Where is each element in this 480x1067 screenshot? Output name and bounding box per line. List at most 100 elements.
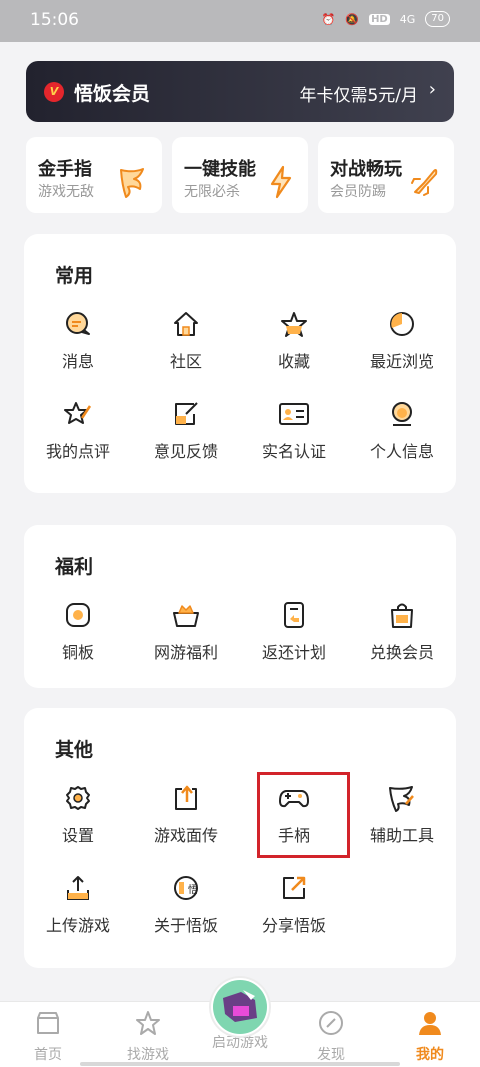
feature-subtitle: 游戏无敌 — [38, 184, 94, 200]
nav-home[interactable]: 首页 — [0, 1010, 96, 1064]
nav-label: 发现 — [317, 1047, 345, 1063]
launch-game-button[interactable] — [211, 978, 269, 1036]
message-icon — [66, 312, 90, 335]
menu-item-label: 实名认证 — [261, 442, 326, 461]
feature-golden-finger[interactable]: 金手指 游戏无敌 — [26, 137, 162, 213]
recent-icon — [390, 312, 414, 336]
gear-icon — [66, 786, 90, 810]
hd-icon: HD — [369, 13, 390, 25]
menu-item-label: 铜板 — [61, 643, 94, 662]
menu-item-share-app[interactable]: 分享悟饭 — [240, 874, 348, 936]
user-icon — [419, 1012, 441, 1035]
menu-item-favorite[interactable]: 收藏 — [240, 310, 348, 372]
menu-item-game-share[interactable]: 游戏面传 — [132, 784, 240, 846]
coin-icon — [66, 603, 90, 627]
id-card-icon — [279, 403, 309, 425]
golden-finger-icon — [120, 168, 144, 198]
gift-basket-icon — [173, 605, 199, 627]
menu-item-label: 设置 — [61, 826, 94, 845]
menu-item-label: 网游福利 — [153, 643, 218, 662]
menu-item-label: 上传游戏 — [45, 916, 110, 935]
menu-item-label: 个人信息 — [369, 442, 434, 461]
feature-title: 金手指 — [38, 159, 92, 180]
menu-item-assist-tool[interactable]: 辅助工具 — [348, 784, 456, 846]
menu-item-label: 辅助工具 — [369, 826, 434, 845]
menu-item-recent[interactable]: 最近浏览 — [348, 310, 456, 372]
menu-item-upload-game[interactable]: 上传游戏 — [24, 874, 132, 936]
feature-subtitle: 无限必杀 — [184, 184, 240, 200]
menu-item-personal-info[interactable]: 个人信息 — [348, 400, 456, 462]
profile-icon — [392, 402, 412, 426]
rocket-icon — [411, 169, 438, 196]
status-icons: ⏰ 🔕 HD 4G 70 — [322, 11, 450, 27]
vip-promo: 年卡仅需5元/月 — [299, 86, 418, 106]
share-game-icon — [175, 785, 197, 810]
vip-title: 悟饭会员 — [74, 83, 151, 105]
menu-item-review[interactable]: 我的点评 — [24, 400, 132, 462]
menu-item-label: 返还计划 — [261, 643, 326, 662]
menu-item-label: 关于悟饭 — [153, 916, 218, 935]
status-bar: 15:06 ⏰ 🔕 HD 4G 70 — [0, 0, 480, 42]
menu-item-message[interactable]: 消息 — [24, 310, 132, 372]
section-title: 常用 — [55, 265, 94, 287]
section-title: 福利 — [55, 556, 94, 578]
nav-label: 我的 — [416, 1047, 444, 1063]
nav-mine[interactable]: 我的 — [382, 1010, 478, 1064]
menu-item-about[interactable]: 悟 关于悟饭 — [132, 874, 240, 936]
vip-badge-icon: V — [44, 82, 64, 102]
menu-item-label: 游戏面传 — [153, 826, 218, 845]
menu-item-coin[interactable]: 铜板 — [24, 601, 132, 663]
feature-title: 一键技能 — [184, 159, 256, 180]
about-icon: 悟 — [174, 876, 198, 900]
compass-icon — [319, 1011, 343, 1035]
upload-icon — [67, 876, 89, 900]
home-icon — [37, 1012, 59, 1034]
feedback-icon — [175, 402, 198, 425]
launch-game-icon — [213, 980, 267, 1034]
menu-item-label: 收藏 — [277, 352, 310, 371]
feature-one-key-skill[interactable]: 一键技能 无限必杀 — [172, 137, 308, 213]
vip-banner[interactable]: V 悟饭会员 年卡仅需5元/月 › — [26, 61, 454, 122]
welfare-section: 福利 铜板 网游福利 返还计划 兑换会员 — [24, 525, 456, 688]
menu-item-return-plan[interactable]: 返还计划 — [240, 601, 348, 663]
nav-label: 首页 — [34, 1047, 62, 1063]
lightning-icon — [270, 165, 292, 199]
menu-item-label: 分享悟饭 — [261, 916, 326, 935]
menu-item-real-name[interactable]: 实名认证 — [240, 400, 348, 462]
menu-item-label: 兑换会员 — [369, 643, 434, 662]
network-indicator: 4G — [399, 12, 416, 26]
menu-item-label: 社区 — [169, 352, 202, 371]
nav-discover[interactable]: 发现 — [283, 1010, 379, 1064]
wing-icon — [389, 786, 414, 812]
feature-title: 对战畅玩 — [330, 159, 402, 180]
share-icon — [283, 876, 306, 899]
menu-item-feedback[interactable]: 意见反馈 — [132, 400, 240, 462]
menu-item-redeem-vip[interactable]: 兑换会员 — [348, 601, 456, 663]
menu-item-label: 消息 — [61, 352, 94, 371]
chevron-right-icon: › — [428, 79, 436, 100]
nav-label: 找游戏 — [127, 1047, 169, 1063]
star-icon — [136, 1011, 160, 1035]
feature-battle-play[interactable]: 对战畅玩 会员防踢 — [318, 137, 454, 213]
community-icon — [174, 312, 198, 336]
menu-item-community[interactable]: 社区 — [132, 310, 240, 372]
common-section: 常用 消息 社区 收藏 最近浏览 我的点评 意见反馈 实名认证 个人信息 — [24, 234, 456, 493]
battery-indicator: 70 — [425, 11, 450, 27]
nav-find-game[interactable]: 找游戏 — [100, 1010, 196, 1064]
home-indicator — [80, 1062, 400, 1066]
alarm-icon: ⏰ — [321, 12, 336, 26]
mute-icon: 🔕 — [345, 12, 360, 26]
review-icon — [64, 402, 92, 424]
other-section: 其他 设置 游戏面传 手柄 辅助工具 上传游戏 悟 关于悟饭 分享悟饭 — [24, 708, 456, 968]
menu-item-online-welfare[interactable]: 网游福利 — [132, 601, 240, 663]
vip-bag-icon — [391, 603, 413, 628]
status-time: 15:06 — [30, 10, 79, 30]
menu-item-label: 我的点评 — [45, 442, 110, 461]
section-title: 其他 — [55, 739, 94, 761]
highlight-box — [257, 772, 350, 858]
menu-item-settings[interactable]: 设置 — [24, 784, 132, 846]
svg-text:悟: 悟 — [188, 883, 198, 896]
menu-item-label: 最近浏览 — [369, 352, 434, 371]
feature-subtitle: 会员防踢 — [330, 184, 386, 200]
menu-item-label: 意见反馈 — [153, 442, 218, 461]
